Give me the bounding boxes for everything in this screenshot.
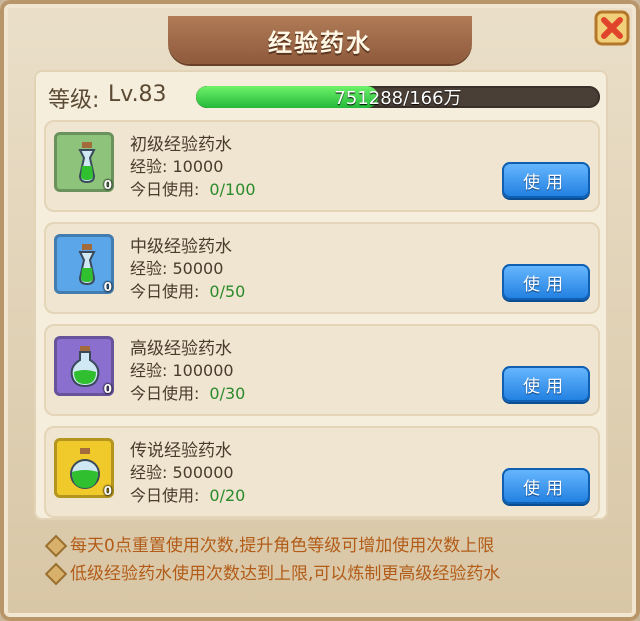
potion-icon — [78, 244, 96, 286]
daily-usage-label: 今日使用: — [130, 180, 200, 199]
daily-usage-count: 0/50 — [209, 282, 246, 301]
daily-usage-label: 今日使用: — [130, 384, 200, 403]
notes-list: 每天0点重置使用次数,提升角色等级可增加使用次数上限 低级经验药水使用次数达到上… — [46, 532, 606, 588]
note-text: 低级经验药水使用次数达到上限,可以炼制更高级经验药水 — [70, 564, 501, 584]
potion-exp: 经验: 100000 — [130, 361, 234, 380]
daily-usage-label: 今日使用: — [130, 282, 200, 301]
note-item: 每天0点重置使用次数,提升角色等级可增加使用次数上限 — [46, 532, 606, 560]
potion-card-intermediate: 0 中级经验药水 经验: 50000 今日使用: 0/50 使用 — [44, 222, 600, 314]
potion-icon — [78, 142, 96, 184]
daily-usage: 今日使用: 0/30 — [130, 380, 245, 404]
potion-exp: 经验: 10000 — [130, 157, 224, 176]
potion-slot[interactable]: 0 — [54, 234, 114, 294]
daily-usage: 今日使用: 0/50 — [130, 278, 245, 302]
potion-liquid — [81, 268, 93, 282]
potion-icon — [70, 346, 100, 388]
potion-icon — [70, 448, 100, 489]
close-icon — [594, 10, 630, 46]
exp-progress-text: 751288/166万 — [334, 88, 462, 108]
daily-usage-label: 今日使用: — [130, 486, 200, 505]
diamond-bullet-icon — [47, 565, 65, 583]
potion-name: 传说经验药水 — [130, 441, 232, 461]
level-row: 等级: Lv.83 751288/166万 — [44, 82, 604, 113]
level-label: 等级: — [48, 88, 100, 113]
title-tab: 经验药水 — [168, 16, 472, 64]
note-item: 低级经验药水使用次数达到上限,可以炼制更高级经验药水 — [46, 560, 606, 588]
daily-usage-count: 0/100 — [209, 180, 256, 199]
dialog-title: 经验药水 — [268, 28, 372, 57]
use-button[interactable]: 使用 — [502, 264, 590, 300]
close-button[interactable] — [590, 6, 634, 50]
use-button[interactable]: 使用 — [502, 366, 590, 402]
potion-card-primary: 0 初级经验药水 经验: 10000 今日使用: 0/100 使用 — [44, 120, 600, 212]
daily-usage: 今日使用: 0/100 — [130, 176, 256, 200]
potion-card-legendary: 0 传说经验药水 经验: 500000 今日使用: 0/20 使用 — [44, 426, 600, 518]
potion-slot[interactable]: 0 — [54, 336, 114, 396]
daily-usage-count: 0/30 — [209, 384, 246, 403]
level-value: Lv.83 — [108, 82, 167, 107]
potion-card-advanced: 0 高级经验药水 经验: 100000 今日使用: 0/30 使用 — [44, 324, 600, 416]
potion-liquid — [81, 166, 93, 180]
potion-name: 中级经验药水 — [130, 237, 232, 257]
potion-exp: 经验: 500000 — [130, 463, 234, 482]
use-button[interactable]: 使用 — [502, 468, 590, 504]
use-button[interactable]: 使用 — [502, 162, 590, 198]
daily-usage: 今日使用: 0/20 — [130, 482, 245, 506]
potion-slot[interactable]: 0 — [54, 132, 114, 192]
exp-progress-bar: 751288/166万 — [196, 86, 600, 108]
note-text: 每天0点重置使用次数,提升角色等级可增加使用次数上限 — [70, 536, 495, 556]
diamond-bullet-icon — [47, 537, 65, 555]
item-count: 0 — [103, 280, 112, 294]
item-count: 0 — [103, 382, 112, 396]
item-count: 0 — [103, 178, 112, 192]
potion-exp: 经验: 50000 — [130, 259, 224, 278]
item-count: 0 — [103, 484, 112, 498]
potion-name: 初级经验药水 — [130, 135, 232, 155]
potion-slot[interactable]: 0 — [54, 438, 114, 498]
potion-name: 高级经验药水 — [130, 339, 232, 359]
daily-usage-count: 0/20 — [209, 486, 246, 505]
